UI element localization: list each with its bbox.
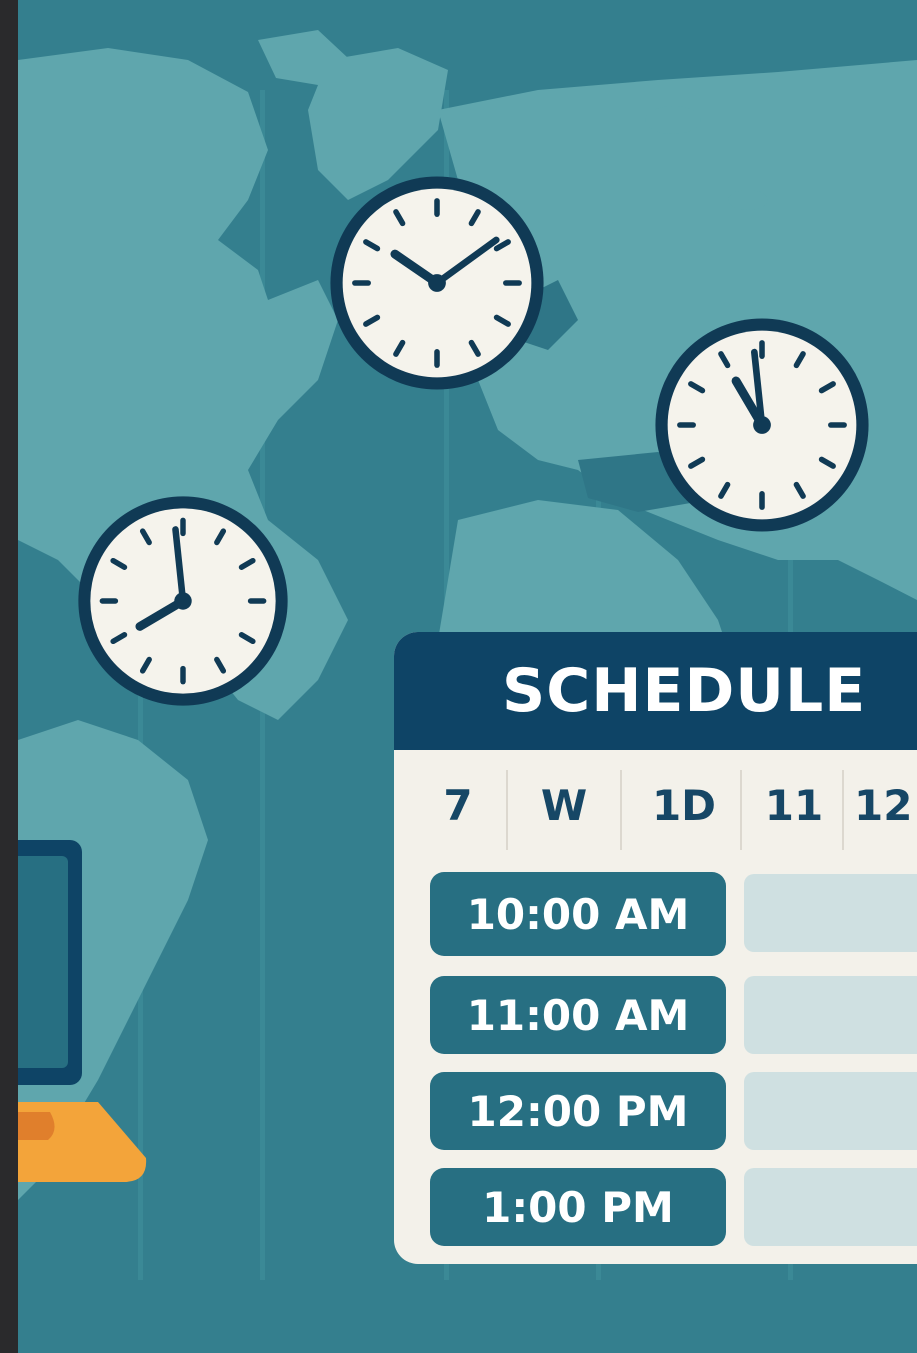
day-column-header: 1D xyxy=(651,780,717,830)
day-column-header: 11 xyxy=(764,780,824,830)
day-column-header: W xyxy=(540,780,588,830)
schedule-cell[interactable] xyxy=(744,976,917,1054)
day-column-header: 7 xyxy=(443,780,473,830)
schedule-header: SCHEDULE xyxy=(394,632,917,750)
schedule-cell[interactable] xyxy=(744,1072,917,1150)
time-slot-button[interactable]: 1:00 PM xyxy=(430,1168,726,1246)
clock-north-america xyxy=(326,172,548,394)
analog-clock-icon xyxy=(330,176,544,390)
day-divider xyxy=(620,770,622,850)
clock-americas xyxy=(74,492,292,710)
world-map-scene: SCHEDULE 7 W 1D 11 12 10:00 AM 11:00 AM … xyxy=(18,0,917,1353)
day-divider xyxy=(740,770,742,850)
analog-clock-icon xyxy=(78,496,288,706)
schedule-cell[interactable] xyxy=(744,874,917,952)
analog-clock-icon xyxy=(655,318,869,532)
schedule-cell[interactable] xyxy=(744,1168,917,1246)
day-divider xyxy=(506,770,508,850)
laptop-icon xyxy=(18,840,147,1182)
schedule-title: SCHEDULE xyxy=(502,656,867,726)
clock-europe xyxy=(651,314,873,536)
day-divider xyxy=(842,770,844,850)
time-slot-button[interactable]: 11:00 AM xyxy=(430,976,726,1054)
schedule-day-row: 7 W 1D 11 12 xyxy=(394,750,917,860)
schedule-card: SCHEDULE 7 W 1D 11 12 10:00 AM 11:00 AM … xyxy=(394,632,917,1264)
day-column-header: 12 xyxy=(854,780,913,830)
time-slot-button[interactable]: 10:00 AM xyxy=(430,872,726,956)
time-slot-button[interactable]: 12:00 PM xyxy=(430,1072,726,1150)
